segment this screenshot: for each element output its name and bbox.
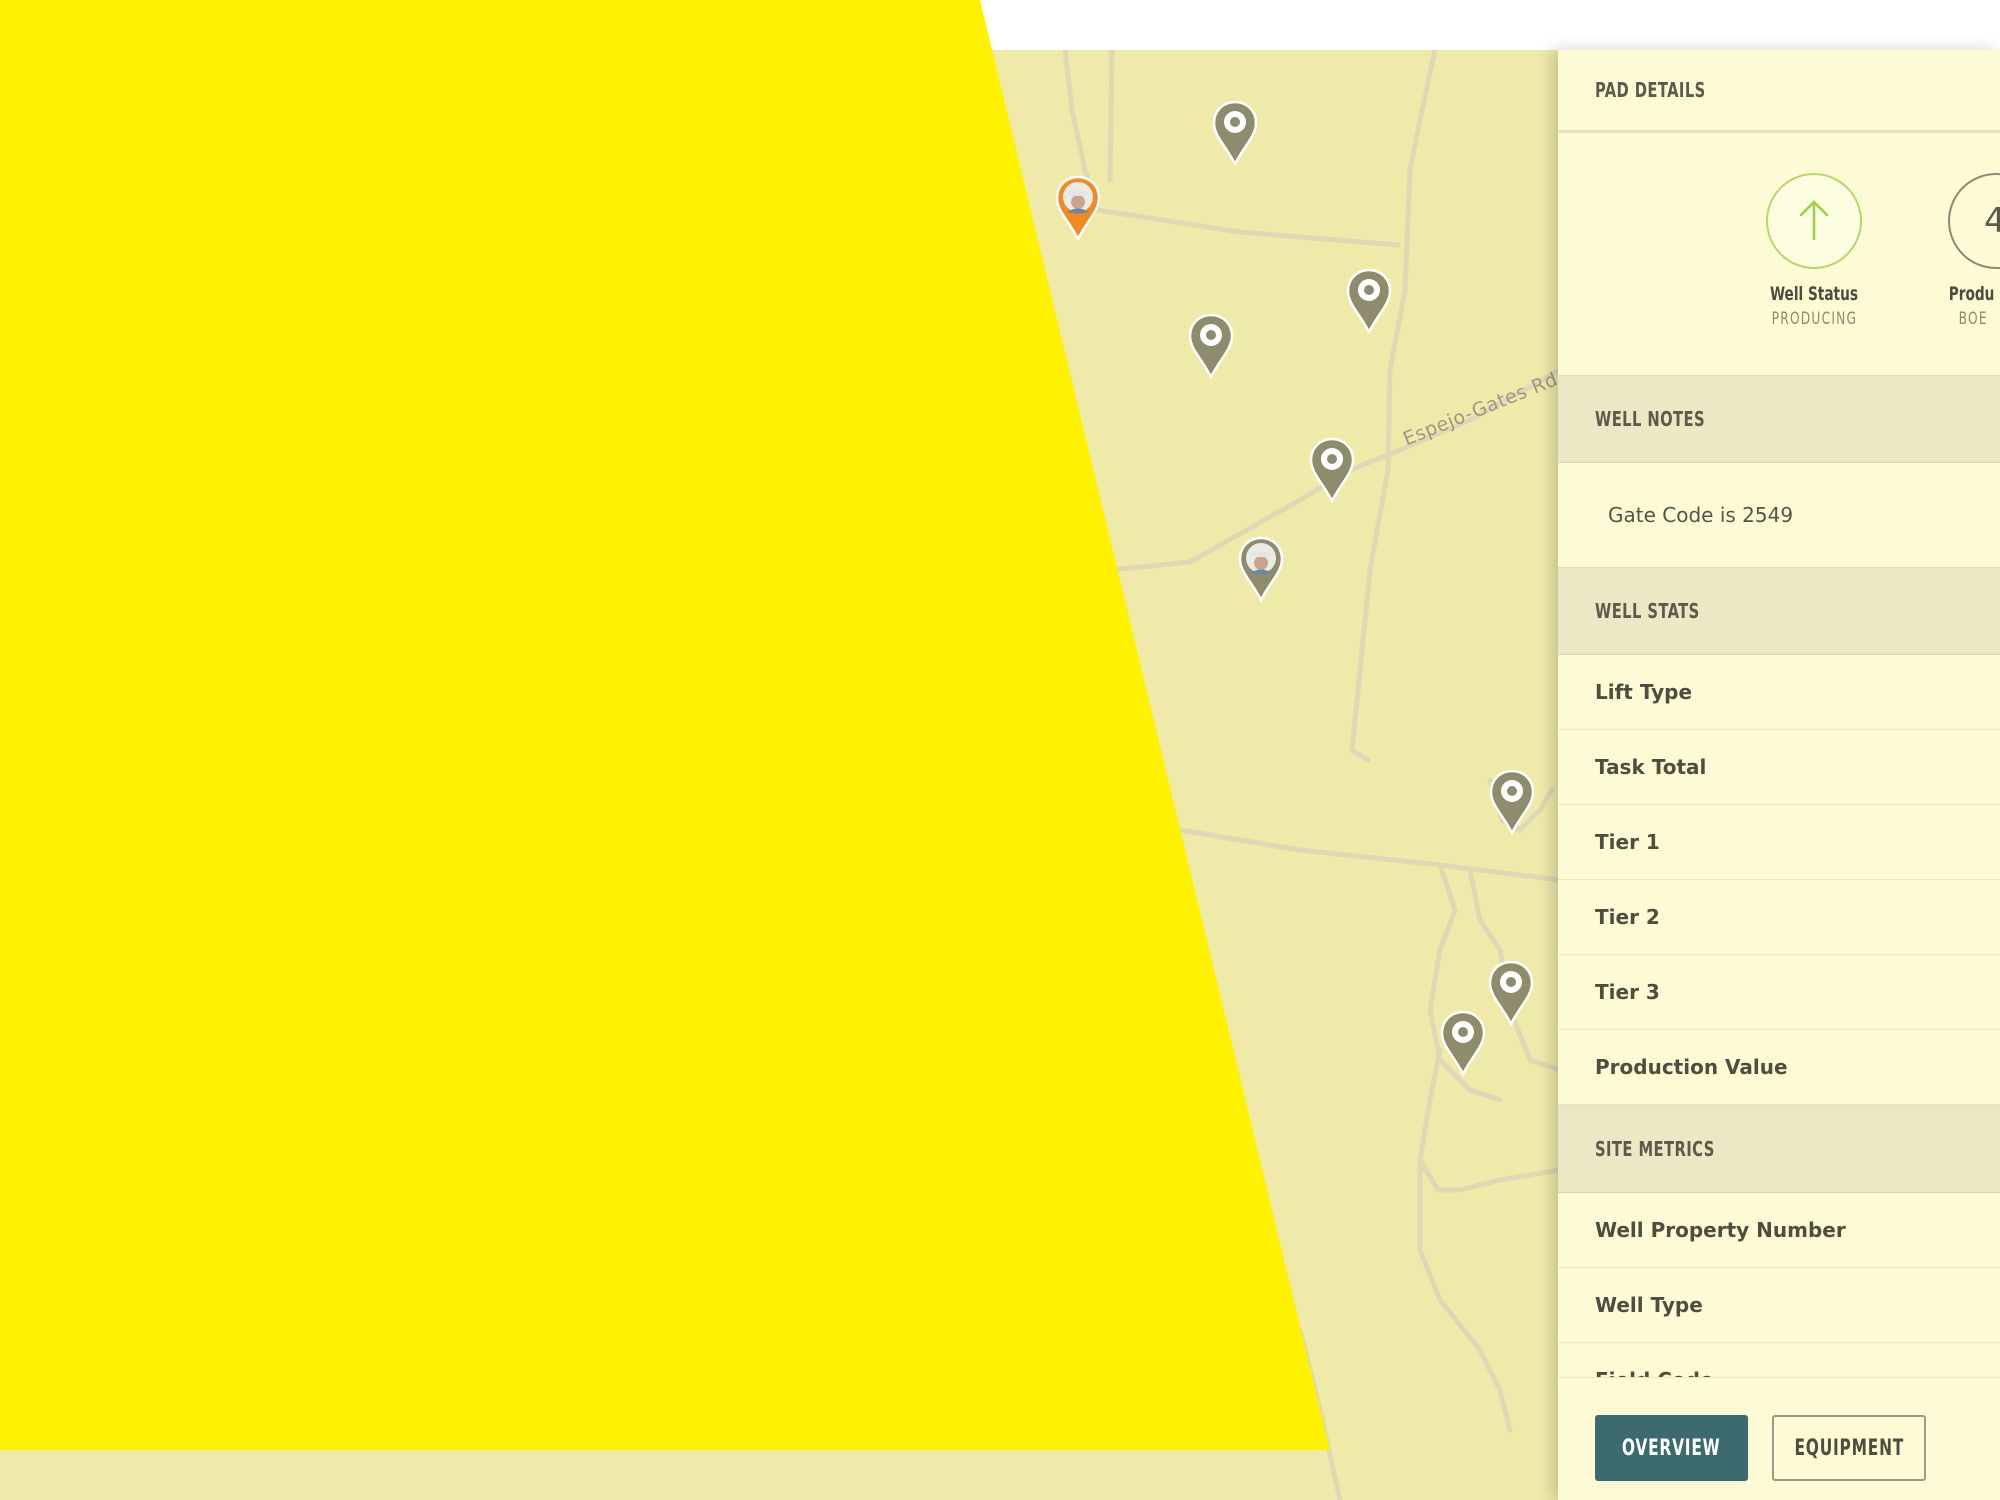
- well-stats-list: Lift Type Task Total Tier 1 Tier 2 Tier …: [1558, 655, 2000, 1105]
- overview-button-label: OVERVIEW: [1622, 1435, 1721, 1461]
- site-metrics-title: SITE METRICS: [1595, 1137, 1715, 1161]
- well-marker[interactable]: [1488, 960, 1534, 1026]
- pin-dot-icon: [1188, 313, 1234, 379]
- well-notes-title: WELL NOTES: [1595, 407, 1706, 431]
- equipment-button-label: EQUIPMENT: [1794, 1435, 1904, 1461]
- production-label: Produ BOE: [1943, 283, 2000, 329]
- well-status-label: Well Status PRODUCING: [1752, 283, 1876, 329]
- overview-button[interactable]: OVERVIEW: [1595, 1415, 1748, 1481]
- pin-dot-icon: [1212, 100, 1258, 166]
- well-stats-header: WELL STATS: [1558, 567, 2000, 655]
- well-stats-title: WELL STATS: [1595, 599, 1700, 623]
- stat-row-lift-type[interactable]: Lift Type: [1558, 655, 2000, 730]
- well-marker[interactable]: [1212, 100, 1258, 166]
- worker-avatar-icon: [1238, 536, 1284, 602]
- pin-dot-icon: [1488, 960, 1534, 1026]
- panel-header: PAD DETAILS: [1558, 50, 2000, 133]
- summary-circles: Well Status PRODUCING 4 Produ BOE: [1558, 133, 2000, 375]
- well-notes-text: Gate Code is 2549: [1608, 503, 1794, 527]
- pad-details-panel: PAD DETAILS Well Status PRODUCING 4 Prod…: [1558, 50, 2000, 1500]
- well-marker[interactable]: [1188, 313, 1234, 379]
- production-circle[interactable]: 4: [1948, 173, 2000, 269]
- worker-marker[interactable]: [1238, 536, 1284, 602]
- arrow-up-icon: [1799, 200, 1829, 241]
- pin-dot-icon: [1309, 437, 1355, 503]
- stat-row-tier-2[interactable]: Tier 2: [1558, 880, 2000, 955]
- stat-row-tier-3[interactable]: Tier 3: [1558, 955, 2000, 1030]
- equipment-button[interactable]: EQUIPMENT: [1772, 1415, 1926, 1481]
- production-title: Produ: [1948, 283, 1995, 305]
- worker-avatar-icon: [1055, 175, 1101, 241]
- pin-dot-icon: [1489, 769, 1535, 835]
- well-marker[interactable]: [1309, 437, 1355, 503]
- production-unit: BOE: [1958, 309, 1988, 329]
- pin-dot-icon: [1440, 1010, 1486, 1076]
- stat-row-production-value[interactable]: Production Value: [1558, 1030, 2000, 1105]
- well-marker[interactable]: [1489, 769, 1535, 835]
- well-marker[interactable]: [1346, 268, 1392, 334]
- well-status-value: PRODUCING: [1771, 309, 1857, 329]
- production-number: 4: [1984, 201, 2000, 241]
- active-worker-marker[interactable]: [1055, 175, 1101, 241]
- well-status-title: Well Status: [1769, 283, 1858, 305]
- metric-row-well-property-number[interactable]: Well Property Number: [1558, 1193, 2000, 1268]
- stat-row-tier-1[interactable]: Tier 1: [1558, 805, 2000, 880]
- well-notes-header: WELL NOTES: [1558, 375, 2000, 463]
- site-metrics-header: SITE METRICS: [1558, 1105, 2000, 1193]
- stat-row-task-total[interactable]: Task Total: [1558, 730, 2000, 805]
- pin-dot-icon: [1346, 268, 1392, 334]
- panel-title: PAD DETAILS: [1595, 78, 1706, 102]
- well-marker[interactable]: [1440, 1010, 1486, 1076]
- well-status-circle[interactable]: [1766, 173, 1862, 269]
- metric-row-well-type[interactable]: Well Type: [1558, 1268, 2000, 1343]
- panel-footer: OVERVIEW EQUIPMENT: [1558, 1377, 2000, 1500]
